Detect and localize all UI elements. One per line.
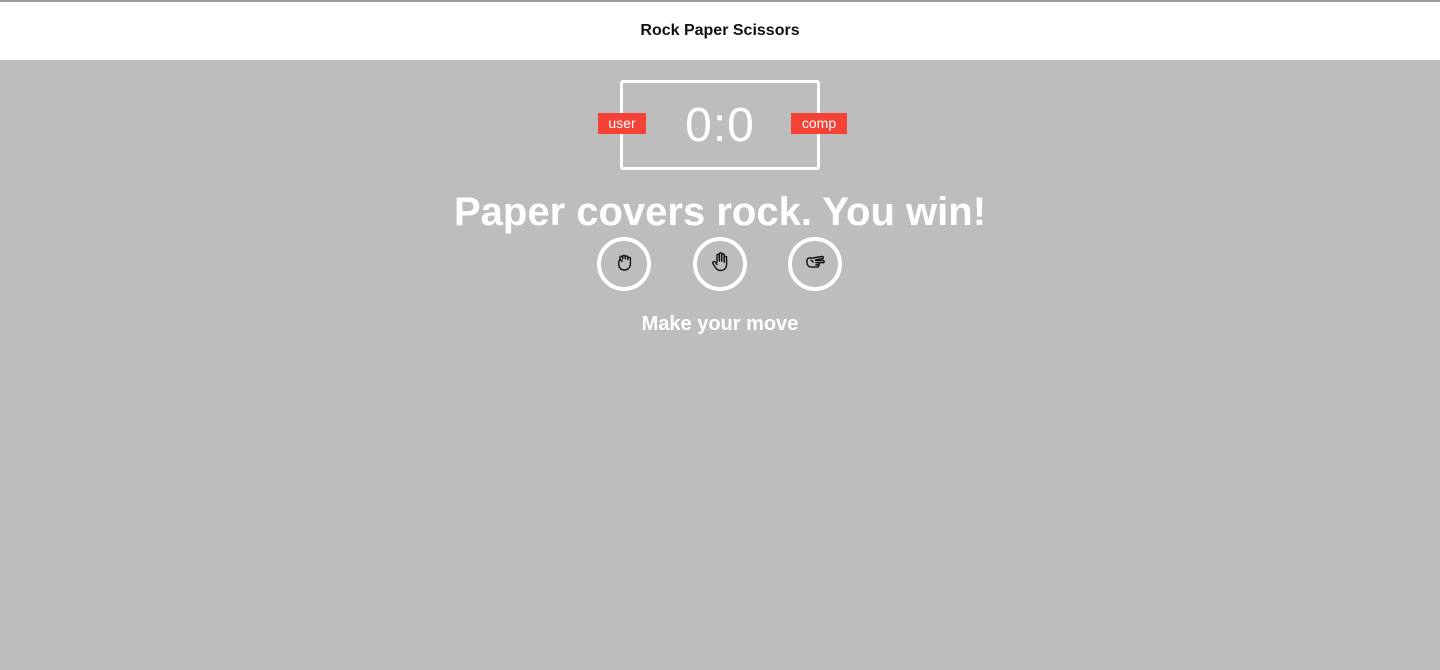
move-prompt: Make your move [641, 313, 799, 335]
user-score-badge: user [598, 113, 646, 134]
score-display: 0:0 [685, 98, 755, 152]
hand-open-icon [708, 250, 732, 279]
hand-fist-icon [612, 250, 636, 279]
paper-button[interactable] [693, 237, 747, 291]
choice-buttons [0, 237, 1440, 293]
scissors-button[interactable] [788, 237, 842, 291]
game-area: 0:0 user comp Paper covers rock. You win… [0, 60, 1440, 670]
result-message: Paper covers rock. You win! [453, 190, 987, 234]
hand-scissors-icon [803, 250, 827, 279]
app-title: Rock Paper Scissors [640, 22, 800, 39]
scoreboard: 0:0 [620, 80, 820, 170]
computer-score-badge: comp [791, 113, 847, 134]
app-header: Rock Paper Scissors [0, 2, 1440, 60]
rock-button[interactable] [597, 237, 651, 291]
